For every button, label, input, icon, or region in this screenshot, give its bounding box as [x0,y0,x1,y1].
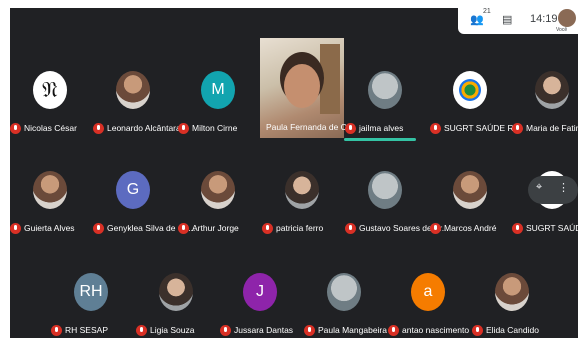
participant-avatar [116,71,150,109]
background-shelf [320,44,340,114]
mic-off-icon [388,325,399,336]
pin-icon[interactable]: ⌖ [536,181,542,194]
people-count: 21 [483,8,491,15]
mic-off-icon [178,123,189,134]
participant-avatar: M [201,71,235,109]
participant-name: RH SESAP [65,325,108,335]
participant-name: SUGRT SAÚDE RN [526,223,578,233]
participant-avatar [33,171,67,209]
participant-name: Paula Mangabeira [318,325,387,335]
participant-avatar [453,71,487,109]
mic-off-icon [10,223,21,234]
mic-off-icon [345,123,356,134]
participant-name: Leonardo Alcântara [107,123,181,133]
mic-off-icon [304,325,315,336]
mic-off-icon [262,223,273,234]
mic-off-icon [136,325,147,336]
active-speaker-name: Paula Fernanda de C... [266,122,354,132]
participant-name: jailma alves [359,123,404,133]
pin-controls[interactable]: ⌖ ⋮ [528,176,578,204]
top-toolbar: 👥 21 ▤ 14:19 Você [458,4,578,34]
participant-avatar [159,273,193,311]
meet-window: 👥 21 ▤ 14:19 Você Paula Fernanda de C...… [0,0,578,340]
mic-off-icon [472,325,483,336]
chat-icon[interactable]: ▤ [502,13,512,26]
participant-name: Guierta Alves [24,223,75,233]
participant-name: Arthur Jorge [192,223,239,233]
mic-off-icon [430,123,441,134]
mic-off-icon [512,123,523,134]
participant-name: SUGRT SAÚDE RN [444,123,520,133]
participant-name: patricia ferro [276,223,324,233]
participant-avatar [285,171,319,209]
participant-avatar [495,273,529,311]
mic-off-icon [51,325,62,336]
seal-icon [459,79,481,101]
logo-glyph: 𝔑 [42,77,58,103]
more-icon[interactable]: ⋮ [558,181,569,194]
clock-time: 14:19 [530,13,558,25]
participant-avatar [201,171,235,209]
participant-avatar [453,171,487,209]
speaking-indicator [344,138,416,141]
mic-off-icon [93,223,104,234]
participant-name: Nicolas César [24,123,77,133]
participant-avatar: 𝔑 [33,71,67,109]
participant-name: Jussara Dantas [234,325,294,335]
participant-avatar [327,273,361,311]
participant-avatar: a [411,273,445,311]
participant-avatar [535,71,569,109]
participant-avatar: RH [74,273,108,311]
participant-name: antao nascimento [402,325,470,335]
participant-avatar [368,171,402,209]
participant-name: Maria de Fatima F... [526,123,578,133]
mic-off-icon [93,123,104,134]
mic-off-icon [512,223,523,234]
participant-name: Ligia Souza [150,325,195,335]
participant-avatar: J [243,273,277,311]
mic-off-icon [345,223,356,234]
avatar[interactable] [558,9,576,27]
participant-name: Milton Cirne [192,123,238,133]
mic-off-icon [178,223,189,234]
mic-off-icon [10,123,21,134]
participant-avatar: G [116,171,150,209]
participant-avatar [368,71,402,109]
mic-off-icon [220,325,231,336]
people-icon[interactable]: 👥 [470,13,484,26]
mic-off-icon [430,223,441,234]
participant-name: Marcos André [444,223,497,233]
participant-name: Elida Candido [486,325,539,335]
speaker-face [284,64,320,108]
user-label: Você [556,27,568,33]
